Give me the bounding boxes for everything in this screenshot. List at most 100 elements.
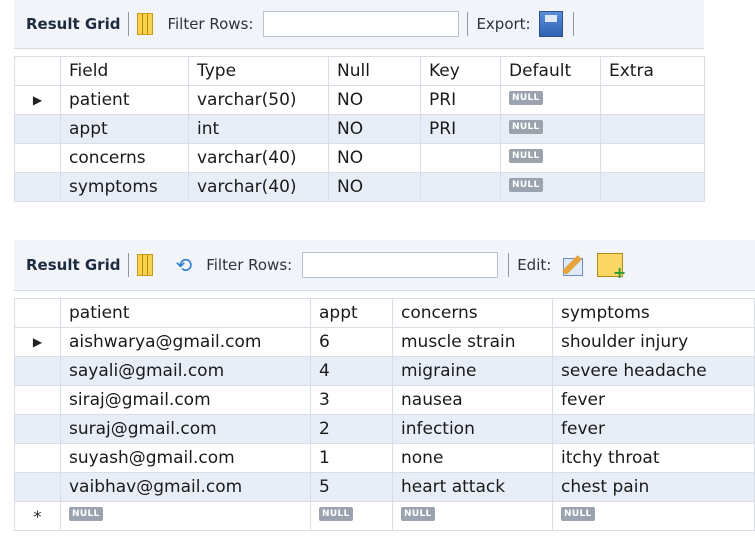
column-header-field[interactable]: Field: [60, 56, 189, 86]
column-header-extra[interactable]: Extra: [600, 56, 705, 86]
cell-patient[interactable]: aishwarya@gmail.com: [60, 327, 311, 357]
null-badge: NULL: [561, 507, 595, 521]
select-result-panel: Result Grid ⟲ Filter Rows: Edit: patient…: [14, 240, 755, 558]
result-grid-tab[interactable]: Result Grid: [26, 15, 120, 33]
cell-concerns[interactable]: infection: [392, 414, 553, 444]
cell-extra[interactable]: [600, 114, 705, 144]
row-selector[interactable]: [14, 172, 61, 202]
cell-symptoms[interactable]: NULL: [552, 501, 755, 531]
filter-rows-input[interactable]: [263, 11, 460, 37]
cell-symptoms[interactable]: itchy throat: [552, 443, 755, 473]
cell-extra[interactable]: [600, 172, 705, 202]
header-row: Field Type Null Key Default Extra: [14, 56, 705, 86]
export-label: Export:: [476, 15, 531, 33]
form-view-icon[interactable]: [137, 13, 154, 35]
table-row[interactable]: vaibhav@gmail.com 5 heart attack chest p…: [14, 472, 755, 502]
cell-type[interactable]: varchar(50): [188, 85, 329, 115]
cell-concerns[interactable]: none: [392, 443, 553, 473]
cell-extra[interactable]: [600, 85, 705, 115]
cell-field[interactable]: appt: [60, 114, 189, 144]
cell-key[interactable]: [420, 172, 501, 202]
row-selector[interactable]: [14, 143, 61, 173]
table-row[interactable]: appt int NO PRI NULL: [14, 114, 705, 144]
table-row[interactable]: concerns varchar(40) NO NULL: [14, 143, 705, 173]
cell-concerns[interactable]: nausea: [392, 385, 553, 415]
refresh-icon[interactable]: ⟲: [175, 253, 192, 277]
column-header-type[interactable]: Type: [188, 56, 329, 86]
row-selector[interactable]: [14, 385, 61, 415]
cell-concerns[interactable]: heart attack: [392, 472, 553, 502]
cell-type[interactable]: int: [188, 114, 329, 144]
cell-default[interactable]: NULL: [500, 172, 601, 202]
result-grid-tab[interactable]: Result Grid: [26, 256, 120, 274]
cell-patient[interactable]: suraj@gmail.com: [60, 414, 311, 444]
cell-default[interactable]: NULL: [500, 85, 601, 115]
column-header-default[interactable]: Default: [500, 56, 601, 86]
cell-null[interactable]: NO: [328, 172, 421, 202]
cell-key[interactable]: [420, 143, 501, 173]
row-selector[interactable]: [14, 356, 61, 386]
new-row-marker-icon[interactable]: *: [14, 501, 61, 531]
table-row[interactable]: ▶ aishwarya@gmail.com 6 muscle strain sh…: [14, 327, 755, 357]
cell-appt[interactable]: 5: [310, 472, 393, 502]
cell-type[interactable]: varchar(40): [188, 143, 329, 173]
filter-rows-label: Filter Rows:: [167, 15, 254, 33]
column-header-key[interactable]: Key: [420, 56, 501, 86]
cell-patient[interactable]: sayali@gmail.com: [60, 356, 311, 386]
column-header-patient[interactable]: patient: [60, 298, 311, 328]
cell-concerns[interactable]: migraine: [392, 356, 553, 386]
cell-null[interactable]: NO: [328, 114, 421, 144]
export-save-icon[interactable]: [538, 11, 563, 37]
table-row[interactable]: suyash@gmail.com 1 none itchy throat: [14, 443, 755, 473]
cell-default[interactable]: NULL: [500, 114, 601, 144]
cell-concerns[interactable]: NULL: [392, 501, 553, 531]
filter-rows-input[interactable]: [302, 252, 499, 278]
cell-patient[interactable]: vaibhav@gmail.com: [60, 472, 311, 502]
add-row-icon[interactable]: [597, 253, 626, 282]
cell-symptoms[interactable]: chest pain: [552, 472, 755, 502]
column-header-symptoms[interactable]: symptoms: [552, 298, 755, 328]
row-selector[interactable]: [14, 114, 61, 144]
edit-pencil-icon[interactable]: [561, 252, 587, 278]
cell-type[interactable]: varchar(40): [188, 172, 329, 202]
row-selector[interactable]: [14, 414, 61, 444]
cell-appt[interactable]: 2: [310, 414, 393, 444]
cell-symptoms[interactable]: shoulder injury: [552, 327, 755, 357]
cell-null[interactable]: NO: [328, 143, 421, 173]
table-row[interactable]: sayali@gmail.com 4 migraine severe heada…: [14, 356, 755, 386]
new-row[interactable]: * NULL NULL NULL NULL: [14, 501, 755, 531]
cell-extra[interactable]: [600, 143, 705, 173]
cell-appt[interactable]: 1: [310, 443, 393, 473]
cell-concerns[interactable]: muscle strain: [392, 327, 553, 357]
column-header-null[interactable]: Null: [328, 56, 421, 86]
current-row-marker-icon[interactable]: ▶: [14, 85, 61, 115]
cell-null[interactable]: NO: [328, 85, 421, 115]
table-row[interactable]: siraj@gmail.com 3 nausea fever: [14, 385, 755, 415]
cell-patient[interactable]: siraj@gmail.com: [60, 385, 311, 415]
cell-appt[interactable]: 4: [310, 356, 393, 386]
cell-field[interactable]: symptoms: [60, 172, 189, 202]
cell-symptoms[interactable]: fever: [552, 414, 755, 444]
cell-field[interactable]: patient: [60, 85, 189, 115]
form-view-icon[interactable]: [137, 254, 154, 276]
cell-appt[interactable]: 6: [310, 327, 393, 357]
cell-patient[interactable]: NULL: [60, 501, 311, 531]
column-header-appt[interactable]: appt: [310, 298, 393, 328]
cell-appt[interactable]: 3: [310, 385, 393, 415]
cell-symptoms[interactable]: fever: [552, 385, 755, 415]
cell-symptoms[interactable]: severe headache: [552, 356, 755, 386]
column-header-concerns[interactable]: concerns: [392, 298, 553, 328]
cell-patient[interactable]: suyash@gmail.com: [60, 443, 311, 473]
toolbar-separator: [572, 12, 574, 36]
cell-default[interactable]: NULL: [500, 143, 601, 173]
row-selector[interactable]: [14, 443, 61, 473]
cell-field[interactable]: concerns: [60, 143, 189, 173]
table-row[interactable]: symptoms varchar(40) NO NULL: [14, 172, 705, 202]
cell-key[interactable]: PRI: [420, 114, 501, 144]
current-row-marker-icon[interactable]: ▶: [14, 327, 61, 357]
row-selector[interactable]: [14, 472, 61, 502]
cell-key[interactable]: PRI: [420, 85, 501, 115]
table-row[interactable]: suraj@gmail.com 2 infection fever: [14, 414, 755, 444]
table-row[interactable]: ▶ patient varchar(50) NO PRI NULL: [14, 85, 705, 115]
cell-appt[interactable]: NULL: [310, 501, 393, 531]
